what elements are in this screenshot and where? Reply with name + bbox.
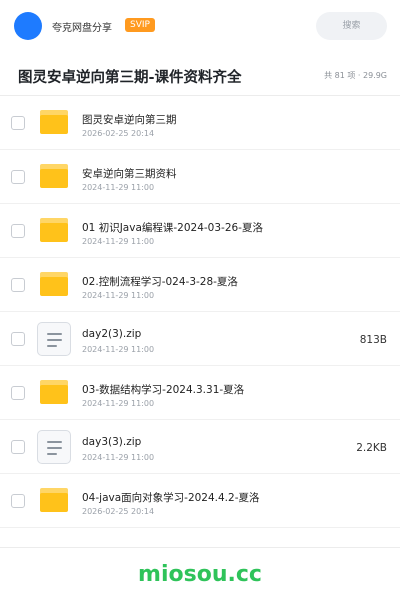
page-title: 图灵安卓逆向第三期-课件资料齐全 [18,70,242,86]
folder-icon [40,380,68,404]
folder-icon [40,218,68,242]
item-date: 2024-11-29 11:00 [82,183,155,192]
search-input[interactable]: 搜索 [316,12,387,40]
item-name: day2(3).zip [82,328,142,340]
list-item[interactable]: day3(3).zip 2024-11-29 11:00 2.2KB [0,420,400,474]
avatar[interactable] [14,12,42,40]
folder-icon [40,110,68,134]
checkbox[interactable] [11,440,25,454]
list-divider [0,547,400,548]
checkbox[interactable] [11,278,25,292]
title-bar: 图灵安卓逆向第三期-课件资料齐全 共 81 项 · 29.9G [0,52,400,96]
checkbox[interactable] [11,224,25,238]
checkbox[interactable] [11,170,25,184]
list-item[interactable]: 04-java面向对象学习-2024.4.2-夏洛 2026-02-25 20:1… [0,474,400,528]
checkbox[interactable] [11,386,25,400]
item-date: 2024-11-29 11:00 [82,453,155,462]
item-name: 04-java面向对象学习-2024.4.2-夏洛 [82,492,260,504]
list-item[interactable]: day2(3).zip 2024-11-29 11:00 813B [0,312,400,366]
item-date: 2026-02-25 20:14 [82,507,155,516]
item-name: day3(3).zip [82,436,142,448]
top-header: 夸克网盘分享 SVIP 搜索 [0,0,400,52]
share-meta: 共 81 项 · 29.9G [324,71,387,80]
item-date: 2024-11-29 11:00 [82,291,155,300]
item-name: 03-数据结构学习-2024.3.31-夏洛 [82,384,245,396]
item-size: 2.2KB [356,442,387,454]
list-item[interactable]: 03-数据结构学习-2024.3.31-夏洛 2024-11-29 11:00 [0,366,400,420]
item-date: 2024-11-29 11:00 [82,399,155,408]
list-item[interactable]: 02.控制流程学习-024-3-28-夏洛 2024-11-29 11:00 [0,258,400,312]
file-icon [37,322,71,356]
checkbox[interactable] [11,116,25,130]
brand-name: 夸克网盘分享 [52,23,112,34]
file-icon [37,430,71,464]
list-item[interactable]: 图灵安卓逆向第三期 2026-02-25 20:14 [0,96,400,150]
item-date: 2024-11-29 11:00 [82,237,155,246]
item-size: 813B [359,334,387,346]
svip-badge: SVIP [125,18,155,32]
checkbox[interactable] [11,332,25,346]
item-name: 图灵安卓逆向第三期 [82,114,177,126]
watermark-text: miosou.cc [138,562,262,587]
item-date: 2024-11-29 11:00 [82,345,155,354]
folder-icon [40,488,68,512]
item-date: 2026-02-25 20:14 [82,129,155,138]
item-name: 02.控制流程学习-024-3-28-夏洛 [82,276,238,288]
folder-icon [40,272,68,296]
file-list: 图灵安卓逆向第三期 2026-02-25 20:14 安卓逆向第三期资料 2024-1… [0,96,400,528]
checkbox[interactable] [11,494,25,508]
item-name: 01 初识Java编程课-2024-03-26-夏洛 [82,222,263,234]
list-item[interactable]: 01 初识Java编程课-2024-03-26-夏洛 2024-11-29 11:… [0,204,400,258]
list-item[interactable]: 安卓逆向第三期资料 2024-11-29 11:00 [0,150,400,204]
item-name: 安卓逆向第三期资料 [82,168,177,180]
folder-icon [40,164,68,188]
